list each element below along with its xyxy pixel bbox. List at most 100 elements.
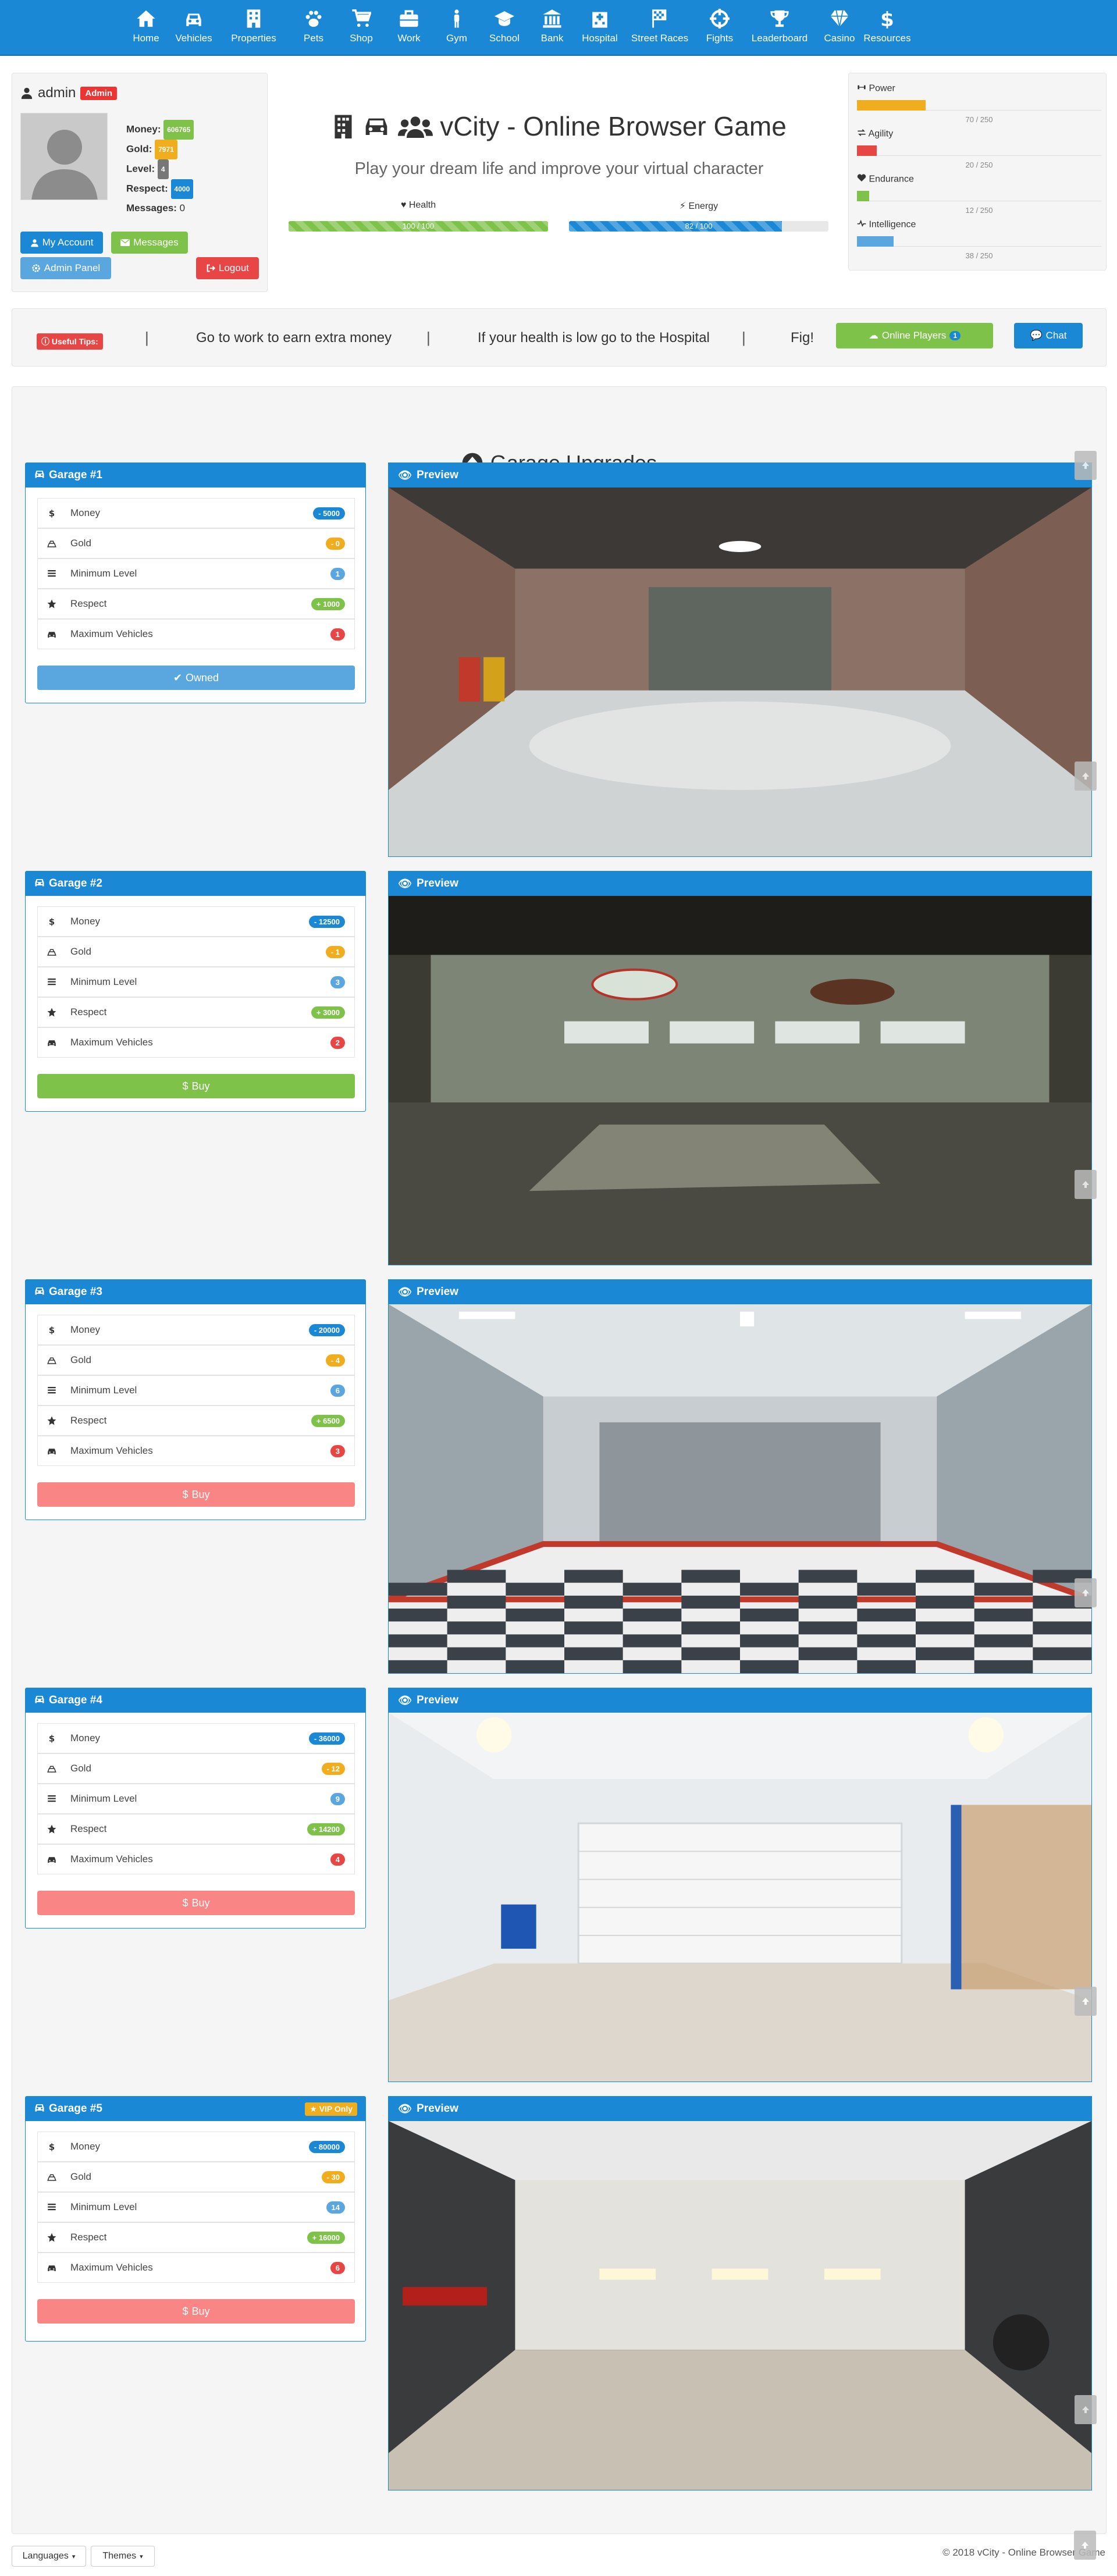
scroll-to-top-button[interactable]: [1075, 451, 1097, 480]
requirement-row: $ Money - 36000: [37, 1723, 355, 1753]
themes-label: Themes: [102, 2551, 137, 2561]
star-icon: ★: [310, 2104, 317, 2114]
garage-section: Garage Upgrades Garage #1 $ Money - 5000…: [12, 386, 1107, 2534]
nav-item-work[interactable]: Work: [385, 8, 433, 44]
chat-label: Chat: [1045, 330, 1067, 341]
nav-item-pets[interactable]: Pets: [290, 8, 337, 44]
level-value: 4: [157, 159, 169, 179]
user-icon: [30, 239, 38, 247]
attribute-intelligence: Intelligence 38 / 250: [857, 219, 1101, 260]
nav-item-resources[interactable]: $ Resources: [863, 8, 911, 44]
online-players-label: Online Players: [881, 330, 947, 341]
nav-item-school[interactable]: School: [481, 8, 528, 44]
home-icon: [136, 8, 156, 29]
nav-item-gym[interactable]: Gym: [433, 8, 481, 44]
scroll-to-top-button[interactable]: [1074, 2531, 1096, 2560]
requirement-value: 1: [330, 568, 345, 580]
messages-button[interactable]: Messages: [111, 232, 188, 254]
requirement-value: 3: [330, 976, 345, 988]
buy-button[interactable]: $ Buy: [37, 1891, 355, 1915]
admin-panel-button[interactable]: Admin Panel: [20, 257, 111, 279]
tip-separator: |: [426, 329, 431, 346]
envelope-icon: [120, 239, 130, 246]
requirement-row: $ Money - 5000: [37, 498, 355, 528]
nav-item-label: Leaderboard: [751, 33, 808, 44]
tip-separator: |: [145, 329, 149, 346]
scroll-to-top-button[interactable]: [1075, 762, 1097, 791]
arrow-up-icon: [1082, 1998, 1089, 2005]
health-label: Health: [408, 200, 436, 210]
garage-card: Garage #4 $ Money - 36000 Gold - 12 Mini…: [25, 1688, 366, 1929]
svg-text:$: $: [49, 2141, 55, 2152]
requirement-value: - 12500: [308, 916, 345, 928]
requirement-row: Maximum Vehicles 2: [37, 1027, 355, 1058]
languages-dropdown[interactable]: Languages ▾: [12, 2546, 86, 2567]
messages-label: Messages:: [126, 202, 177, 214]
nav-item-leaderboard[interactable]: Leaderboard: [744, 8, 816, 44]
buy-button[interactable]: $ Buy: [37, 1074, 355, 1098]
my-account-button[interactable]: My Account: [20, 232, 103, 254]
card-button-label: Buy: [191, 1488, 210, 1500]
nav-item-shop[interactable]: Shop: [337, 8, 385, 44]
online-players-button[interactable]: ☁ Online Players 1: [836, 323, 993, 348]
paw-icon: [303, 8, 324, 29]
requirement-row: Maximum Vehicles 1: [37, 619, 355, 649]
car-icon: [34, 1693, 45, 1708]
dollar-icon: $: [877, 8, 898, 29]
garage-preview: 👁 Preview: [388, 871, 1092, 1265]
arrow-up-icon: [1082, 462, 1089, 469]
requirement-label: Maximum Vehicles: [70, 1037, 153, 1048]
nav-item-hospital[interactable]: Hospital: [576, 8, 624, 44]
nav-item-casino[interactable]: Casino: [816, 8, 863, 44]
chat-button[interactable]: 💬 Chat: [1014, 323, 1083, 348]
nav-item-properties[interactable]: Properties: [218, 8, 290, 44]
user-stats: Money: 606765 Gold: 7971 Level: 4 Respec…: [126, 120, 194, 218]
svg-text:$: $: [49, 1325, 55, 1335]
graduation-cap-icon: [494, 8, 515, 29]
scroll-to-top-button[interactable]: [1075, 1578, 1097, 1607]
scroll-to-top-button[interactable]: [1075, 1987, 1097, 2016]
dollar-icon: $: [46, 916, 58, 927]
requirement-label: Money: [70, 916, 101, 927]
requirement-row: $ Money - 20000: [37, 1315, 355, 1345]
themes-dropdown[interactable]: Themes ▾: [91, 2546, 155, 2567]
logout-button[interactable]: Logout: [196, 257, 259, 279]
scroll-to-top-button[interactable]: [1075, 1170, 1097, 1199]
requirement-label: Maximum Vehicles: [70, 2262, 153, 2273]
nav-item-street-races[interactable]: Street Races: [624, 8, 696, 44]
admin-badge: Admin: [80, 86, 118, 100]
nav-item-vehicles[interactable]: Vehicles: [170, 8, 218, 44]
nav-item-label: Vehicles: [175, 33, 212, 44]
dollar-icon: $: [46, 2141, 58, 2152]
preview-label: Preview: [417, 877, 458, 889]
nav-item-home[interactable]: Home: [122, 8, 170, 44]
subtitle: Play your dream life and improve your vi…: [354, 159, 764, 178]
buy-button[interactable]: $ Buy: [37, 1482, 355, 1507]
preview-label: Preview: [417, 469, 458, 481]
nav-item-label: Resources: [863, 33, 911, 44]
car-icon: [46, 1854, 58, 1865]
nav-item-label: Fights: [706, 33, 734, 44]
requirement-label: Minimum Level: [70, 1385, 137, 1396]
nav-item-label: Casino: [824, 33, 855, 44]
vip-badge: ★ VIP Only: [305, 2102, 357, 2116]
star-icon: [46, 1824, 58, 1834]
dollar-icon: $: [46, 508, 58, 518]
user-panel: admin Admin Money: 606765 Gold: 7971 Lev…: [12, 73, 268, 292]
requirement-row: $ Money - 80000: [37, 2132, 355, 2162]
comments-icon: 💬: [1030, 330, 1043, 341]
scroll-to-top-button[interactable]: [1075, 2395, 1097, 2424]
cloud-icon: ☁: [868, 330, 878, 341]
buy-button[interactable]: $ Buy: [37, 2299, 355, 2324]
car-icon: [34, 876, 45, 891]
owned-button[interactable]: ✔ Owned: [37, 666, 355, 690]
requirement-value: 4: [330, 1853, 345, 1866]
energy-label-wrap: ⚡ Energy: [569, 200, 828, 212]
person-icon: [446, 8, 467, 29]
nav-item-fights[interactable]: Fights: [696, 8, 744, 44]
title-text: vCity - Online Browser Game: [440, 111, 787, 141]
nav-item-bank[interactable]: Bank: [528, 8, 576, 44]
tips-bar: ⓘ Useful Tips: | Go to work to earn extr…: [12, 308, 1107, 367]
garage-name: Garage #4: [49, 1694, 102, 1706]
requirement-value: + 1000: [311, 598, 345, 610]
